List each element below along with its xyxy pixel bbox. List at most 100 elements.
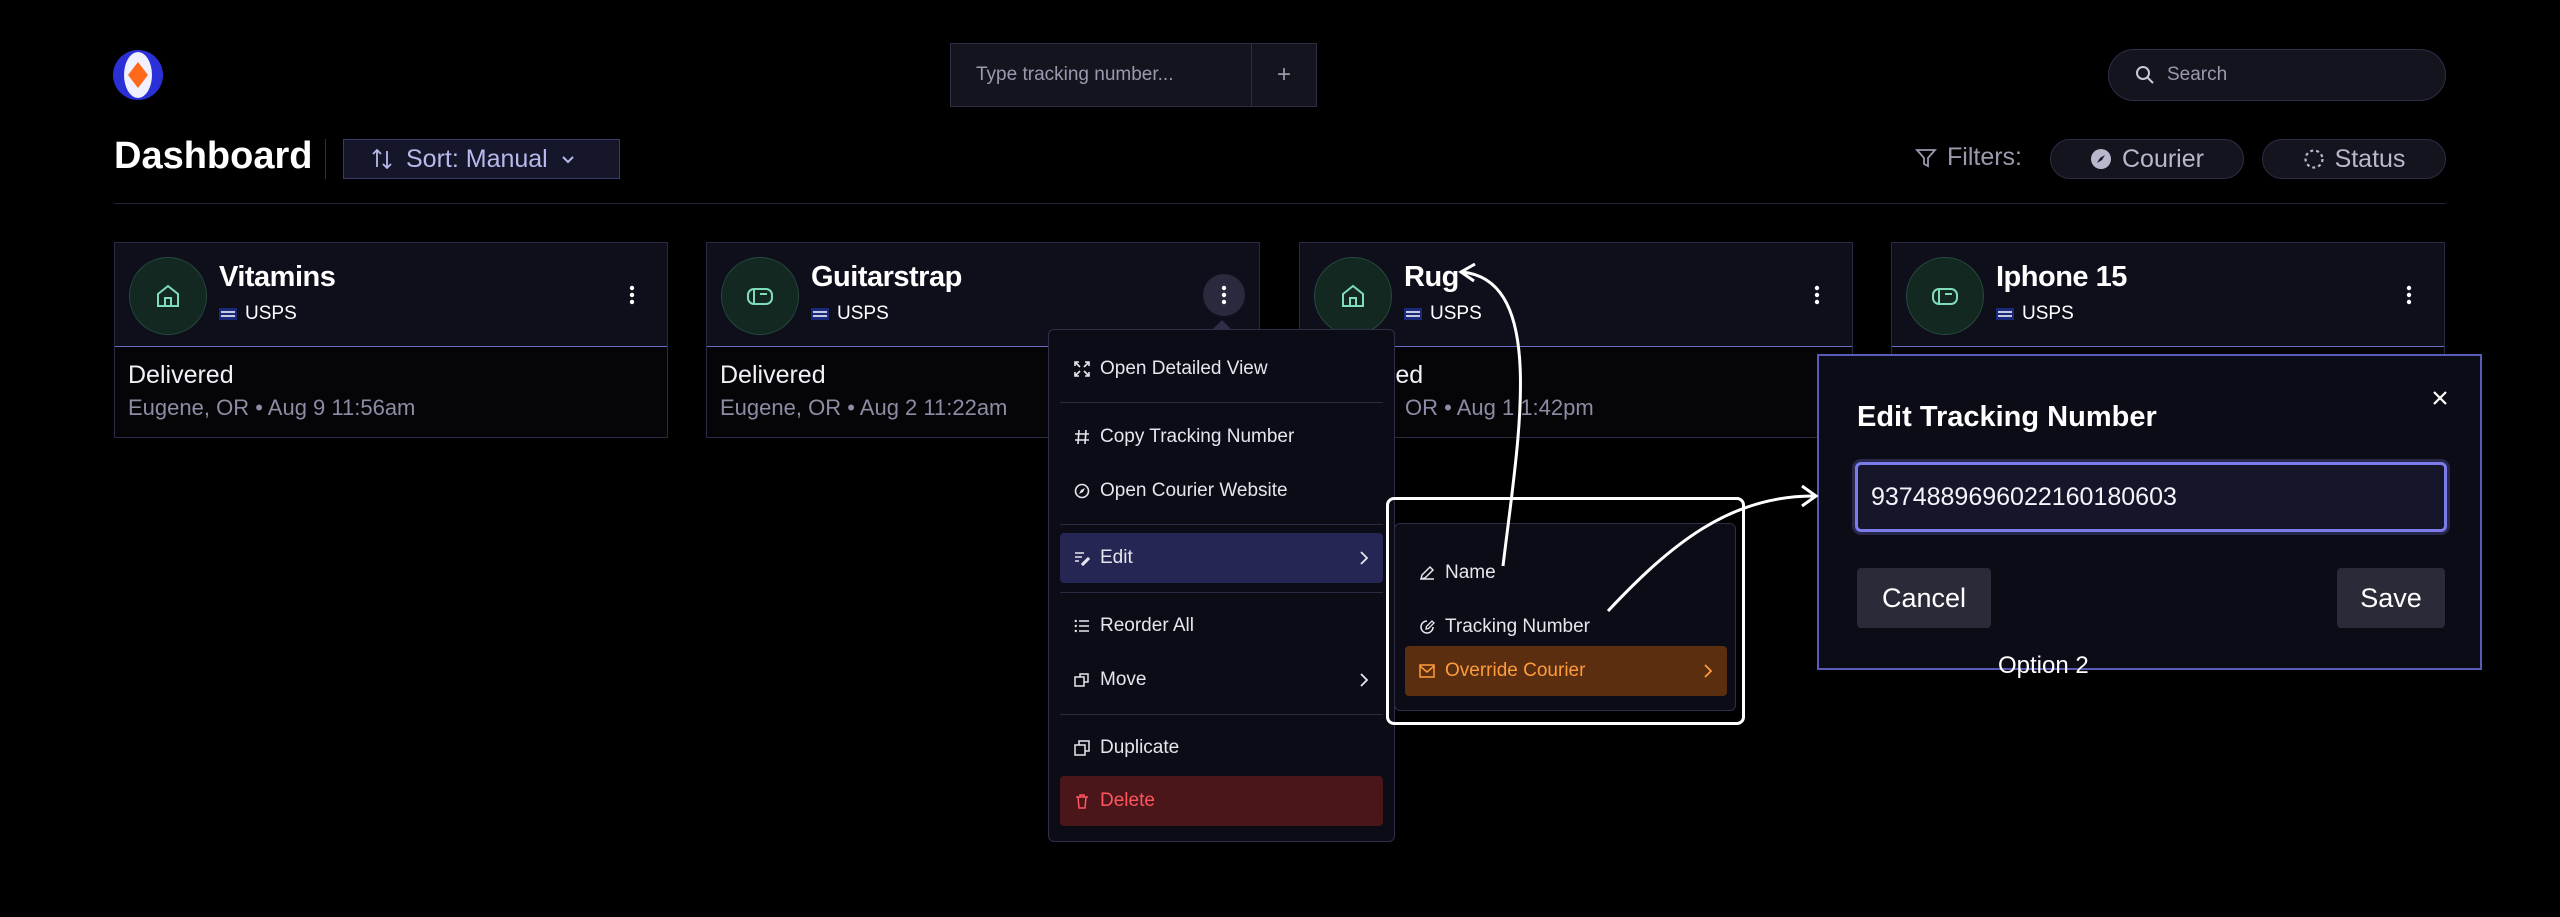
menu-item-copy-tracking-number[interactable]: Copy Tracking Number [1060, 412, 1383, 462]
usps-logo-icon [1404, 308, 1422, 320]
submenu-item-label: Name [1445, 562, 1496, 583]
menu-item-label: Open Detailed View [1100, 358, 1268, 379]
menu-item-duplicate[interactable]: Duplicate [1060, 723, 1383, 773]
home-icon [1314, 257, 1392, 335]
package-name: Guitarstrap [811, 261, 962, 293]
package-location: Eugene, OR • Aug 2 11:22am [720, 395, 1008, 420]
more-vertical-icon [629, 285, 635, 305]
courier-name: USPS [837, 303, 889, 324]
menu-separator [1060, 714, 1383, 715]
more-menu-button[interactable] [2388, 274, 2430, 316]
mail-icon [1419, 664, 1435, 678]
more-vertical-icon [1221, 285, 1227, 305]
app-logo[interactable] [113, 50, 163, 100]
filter-icon [1915, 148, 1937, 167]
courier-label: USPS [219, 303, 297, 325]
loader-icon [2303, 149, 2324, 169]
context-menu: Open Detailed View Copy Tracking Number … [1048, 329, 1395, 842]
filter-status-label: Status [2334, 144, 2406, 173]
package-card-header: Vitamins USPS [115, 243, 667, 347]
tracking-number-field[interactable] [1855, 462, 2447, 532]
filter-courier-button[interactable]: Courier [2050, 139, 2244, 179]
mailbox-icon [721, 257, 799, 335]
package-name: Vitamins [219, 261, 336, 293]
list-icon [1074, 619, 1089, 633]
menu-item-open-detailed-view[interactable]: Open Detailed View [1060, 344, 1383, 394]
submenu-item-name[interactable]: Name [1405, 548, 1727, 598]
courier-name: USPS [245, 303, 297, 324]
title-divider [325, 139, 326, 179]
chevron-right-icon [1360, 551, 1369, 565]
more-vertical-icon [2406, 285, 2412, 305]
courier-label: USPS [1996, 303, 2074, 325]
more-menu-button[interactable] [1796, 274, 1838, 316]
menu-item-label: Reorder All [1100, 615, 1194, 636]
menu-item-open-courier-website[interactable]: Open Courier Website [1060, 466, 1383, 516]
menu-item-edit[interactable]: Edit [1060, 533, 1383, 583]
usps-logo-icon [1996, 308, 2014, 320]
option-caption: Option 2 [1998, 652, 2089, 679]
package-name: Rug [1404, 261, 1459, 293]
submenu-item-tracking-number[interactable]: Tracking Number [1405, 602, 1727, 652]
mailbox-icon [1906, 257, 1984, 335]
header-divider [114, 203, 2446, 204]
package-location: OR • Aug 1 1:42pm [1405, 395, 1594, 420]
menu-item-label: Delete [1100, 790, 1155, 811]
page-title: Dashboard [114, 135, 313, 177]
edit-circle-icon [1420, 620, 1435, 634]
submenu-item-label: Tracking Number [1445, 616, 1591, 637]
search-input[interactable] [2165, 63, 2409, 87]
package-location: Eugene, OR • Aug 9 11:56am [128, 395, 416, 420]
filters-label-group: Filters: [1915, 143, 2022, 172]
menu-item-label: Move [1100, 669, 1147, 690]
more-menu-button[interactable] [1203, 274, 1245, 316]
package-card-header: Iphone 15 USPS [1892, 243, 2444, 347]
chevron-down-icon [562, 156, 574, 164]
trash-icon [1076, 794, 1088, 809]
submenu-item-override-courier[interactable]: Override Courier [1405, 646, 1727, 696]
cancel-button[interactable]: Cancel [1857, 568, 1991, 628]
usps-logo-icon [219, 308, 237, 320]
menu-item-reorder-all[interactable]: Reorder All [1060, 601, 1383, 651]
tracking-number-box: + [950, 43, 1317, 107]
tracking-number-input[interactable] [951, 44, 1251, 106]
courier-label: USPS [811, 303, 889, 325]
package-status: Delivered [720, 361, 826, 389]
home-icon [129, 257, 207, 335]
menu-item-label: Open Courier Website [1100, 480, 1288, 501]
compass-icon [1074, 483, 1090, 499]
pencil-icon [1419, 565, 1435, 581]
sort-label: Sort: Manual [406, 144, 548, 173]
sort-dropdown[interactable]: Sort: Manual [343, 139, 620, 179]
menu-separator [1060, 524, 1383, 525]
save-button[interactable]: Save [2337, 568, 2445, 628]
move-icon [1074, 673, 1089, 687]
menu-item-delete[interactable]: Delete [1060, 776, 1383, 826]
menu-item-label: Copy Tracking Number [1100, 426, 1295, 447]
add-tracking-button[interactable]: + [1251, 44, 1316, 106]
menu-item-label: Edit [1100, 547, 1133, 568]
search-box[interactable] [2108, 49, 2446, 101]
search-icon [2136, 66, 2154, 84]
courier-label: USPS [1404, 303, 1482, 325]
menu-item-move[interactable]: Move [1060, 655, 1383, 705]
chevron-right-icon [1704, 664, 1713, 678]
courier-name: USPS [2022, 303, 2074, 324]
hash-icon [1075, 429, 1089, 445]
submenu-item-label: Override Courier [1445, 660, 1586, 681]
edit-submenu: Name Tracking Number Override Courier [1394, 523, 1736, 711]
package-status: Delivered [128, 361, 234, 389]
menu-separator [1060, 592, 1383, 593]
duplicate-icon [1074, 740, 1090, 756]
edit-tracking-number-modal: Edit Tracking Number Cancel Save [1817, 354, 2482, 670]
filter-status-button[interactable]: Status [2262, 139, 2446, 179]
package-card[interactable]: Vitamins USPS Delivered Eugene, OR • Aug… [114, 242, 668, 438]
usps-logo-icon [811, 308, 829, 320]
sort-icon [372, 148, 392, 170]
filter-courier-label: Courier [2122, 144, 2204, 173]
chevron-right-icon [1360, 673, 1369, 687]
close-button[interactable] [2426, 384, 2454, 412]
more-menu-button[interactable] [611, 274, 653, 316]
more-vertical-icon [1814, 285, 1820, 305]
package-name: Iphone 15 [1996, 261, 2127, 293]
